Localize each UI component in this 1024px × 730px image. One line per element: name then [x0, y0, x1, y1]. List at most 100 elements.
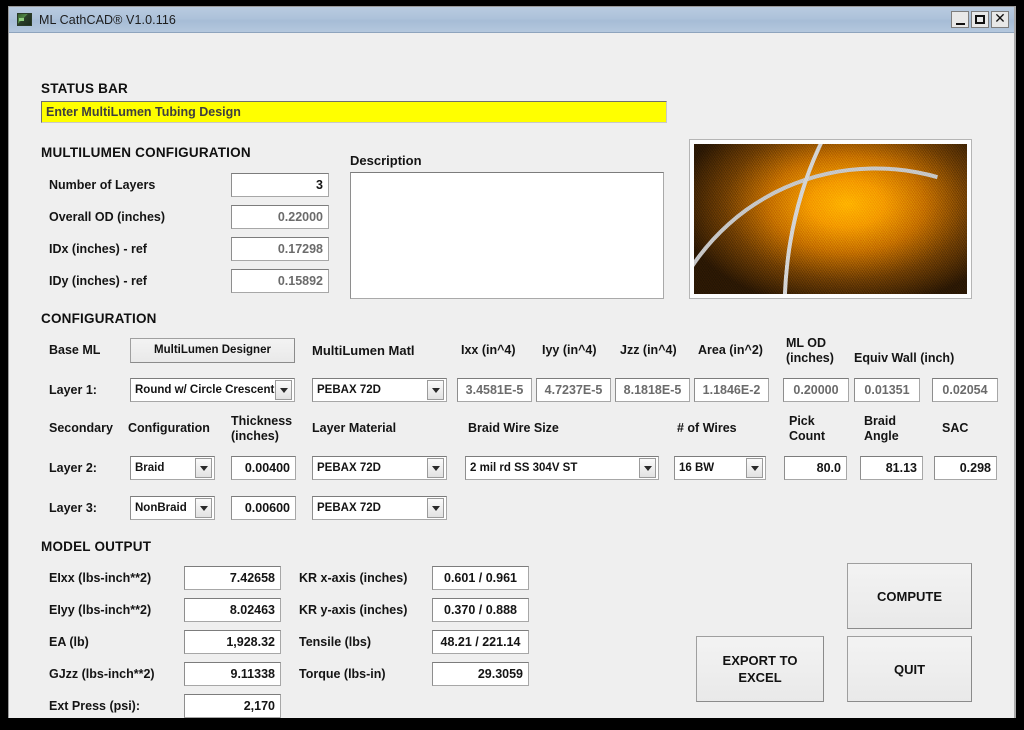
- thickness-header: Thickness (inches): [231, 414, 293, 443]
- chevron-down-icon[interactable]: [427, 498, 444, 518]
- layer1-ml-od-value: 0.20000: [783, 378, 849, 402]
- multilumen-designer-button[interactable]: MultiLumen Designer: [130, 338, 295, 363]
- layer1-material-dropdown[interactable]: PEBAX 72D: [312, 378, 447, 402]
- layer1-ixx-value: 3.4581E-5: [457, 378, 532, 402]
- layer1-geometry-value: Round w/ Circle Crescent M: [135, 384, 275, 396]
- layer1-iyy-value: 4.7237E-5: [536, 378, 611, 402]
- ea-value: 1,928.32: [184, 630, 281, 654]
- idx-value: 0.17298: [231, 237, 329, 261]
- layer2-configuration-dropdown[interactable]: Braid: [130, 456, 215, 480]
- ml-od-header: ML OD (inches): [786, 336, 834, 365]
- eiyy-value: 8.02463: [184, 598, 281, 622]
- layer2-material-value: PEBAX 72D: [317, 462, 381, 474]
- label-eiyy: EIyy (lbs-inch**2): [49, 603, 152, 617]
- num-wires-dropdown[interactable]: 16 BW: [674, 456, 766, 480]
- ext-press-value: 2,170: [184, 694, 281, 718]
- braided-catheter-tubing-image: [694, 144, 967, 294]
- gjzz-value: 9.11338: [184, 662, 281, 686]
- sac-value: 0.298: [934, 456, 997, 480]
- status-bar-heading: STATUS BAR: [41, 81, 128, 96]
- secondary-header: Secondary: [49, 421, 113, 435]
- layer2-label: Layer 2:: [49, 461, 97, 475]
- main-content: STATUS BAR Enter MultiLumen Tubing Desig…: [9, 33, 1014, 718]
- label-gjzz: GJzz (lbs-inch**2): [49, 667, 155, 681]
- model-output-heading: MODEL OUTPUT: [41, 539, 152, 554]
- title-bar: ML CathCAD® V1.0.116 ✕: [9, 7, 1014, 33]
- application-window: ML CathCAD® V1.0.116 ✕ STATUS BAR Enter …: [8, 6, 1016, 718]
- description-label: Description: [350, 153, 422, 168]
- preview-image-panel: [689, 139, 972, 299]
- braid-wire-size-value: 2 mil rd SS 304V ST: [470, 462, 578, 474]
- base-ml-label: Base ML: [49, 343, 101, 357]
- layer1-label: Layer 1:: [49, 383, 97, 397]
- label-eixx: EIxx (lbs-inch**2): [49, 571, 152, 585]
- label-kr-y-axis: KR y-axis (inches): [299, 603, 408, 617]
- window-controls: ✕: [951, 11, 1009, 28]
- layer3-configuration-dropdown[interactable]: NonBraid: [130, 496, 215, 520]
- multilumen-matl-header: MultiLumen Matl: [312, 343, 415, 358]
- chevron-down-icon[interactable]: [427, 380, 444, 400]
- braid-wire-size-dropdown[interactable]: 2 mil rd SS 304V ST: [465, 456, 659, 480]
- quit-button[interactable]: QUIT: [847, 636, 972, 702]
- layer1-equiv-wall-1-value: 0.01351: [854, 378, 920, 402]
- window-title: ML CathCAD® V1.0.116: [39, 12, 176, 27]
- export-to-excel-button[interactable]: EXPORT TO EXCEL: [696, 636, 824, 702]
- kr-y-axis-value: 0.370 / 0.888: [432, 598, 529, 622]
- num-wires-value: 16 BW: [679, 462, 715, 474]
- torque-value: 29.3059: [432, 662, 529, 686]
- pick-count-input[interactable]: 80.0: [784, 456, 847, 480]
- configuration-heading: CONFIGURATION: [41, 311, 157, 326]
- chevron-down-icon[interactable]: [639, 458, 656, 478]
- layer2-thickness-input[interactable]: 0.00400: [231, 456, 296, 480]
- label-tensile: Tensile (lbs): [299, 635, 372, 649]
- label-idy: IDy (inches) - ref: [49, 274, 147, 288]
- braid-angle-value: 81.13: [860, 456, 923, 480]
- jzz-header: Jzz (in^4): [620, 343, 677, 357]
- layer-material-header: Layer Material: [312, 421, 397, 435]
- chevron-down-icon[interactable]: [275, 380, 292, 400]
- equiv-wall-header: Equiv Wall (inch): [854, 351, 955, 365]
- label-kr-x-axis: KR x-axis (inches): [299, 571, 408, 585]
- iyy-header: Iyy (in^4): [542, 343, 597, 357]
- num-wires-header: # of Wires: [677, 421, 737, 435]
- layer1-material-value: PEBAX 72D: [317, 384, 381, 396]
- overall-od-value: 0.22000: [231, 205, 329, 229]
- chevron-down-icon[interactable]: [427, 458, 444, 478]
- label-ea: EA (lb): [49, 635, 89, 649]
- sac-header: SAC: [942, 421, 969, 435]
- braid-angle-header: Braid Angle: [864, 414, 899, 443]
- label-idx: IDx (inches) - ref: [49, 242, 147, 256]
- layer3-material-dropdown[interactable]: PEBAX 72D: [312, 496, 447, 520]
- layer3-thickness-input[interactable]: 0.00600: [231, 496, 296, 520]
- layer1-area-value: 1.1846E-2: [694, 378, 769, 402]
- maximize-button[interactable]: [971, 11, 989, 28]
- kr-x-axis-value: 0.601 / 0.961: [432, 566, 529, 590]
- compute-button[interactable]: COMPUTE: [847, 563, 972, 629]
- app-icon: [17, 13, 32, 26]
- description-textarea[interactable]: [350, 172, 664, 299]
- layer2-material-dropdown[interactable]: PEBAX 72D: [312, 456, 447, 480]
- braid-wire-size-header: Braid Wire Size: [468, 421, 559, 435]
- minimize-button[interactable]: [951, 11, 969, 28]
- layer1-geometry-dropdown[interactable]: Round w/ Circle Crescent M: [130, 378, 295, 402]
- label-ext-press: Ext Press (psi):: [49, 699, 141, 713]
- close-icon[interactable]: ✕: [991, 11, 1009, 28]
- chevron-down-icon[interactable]: [195, 458, 212, 478]
- area-header: Area (in^2): [698, 343, 763, 357]
- chevron-down-icon[interactable]: [746, 458, 763, 478]
- layer3-material-value: PEBAX 72D: [317, 502, 381, 514]
- tensile-value: 48.21 / 221.14: [432, 630, 529, 654]
- multilumen-configuration-heading: MULTILUMEN CONFIGURATION: [41, 145, 251, 160]
- chevron-down-icon[interactable]: [195, 498, 212, 518]
- eixx-value: 7.42658: [184, 566, 281, 590]
- layer1-jzz-value: 8.1818E-5: [615, 378, 690, 402]
- label-overall-od: Overall OD (inches): [49, 210, 166, 224]
- configuration-header: Configuration: [128, 421, 210, 435]
- ixx-header: Ixx (in^4): [461, 343, 516, 357]
- label-torque: Torque (lbs-in): [299, 667, 386, 681]
- pick-count-header: Pick Count: [789, 414, 826, 443]
- number-of-layers-input[interactable]: 3: [231, 173, 329, 197]
- layer1-equiv-wall-2-value: 0.02054: [932, 378, 998, 402]
- label-number-of-layers: Number of Layers: [49, 178, 156, 192]
- layer3-configuration-value: NonBraid: [135, 502, 187, 514]
